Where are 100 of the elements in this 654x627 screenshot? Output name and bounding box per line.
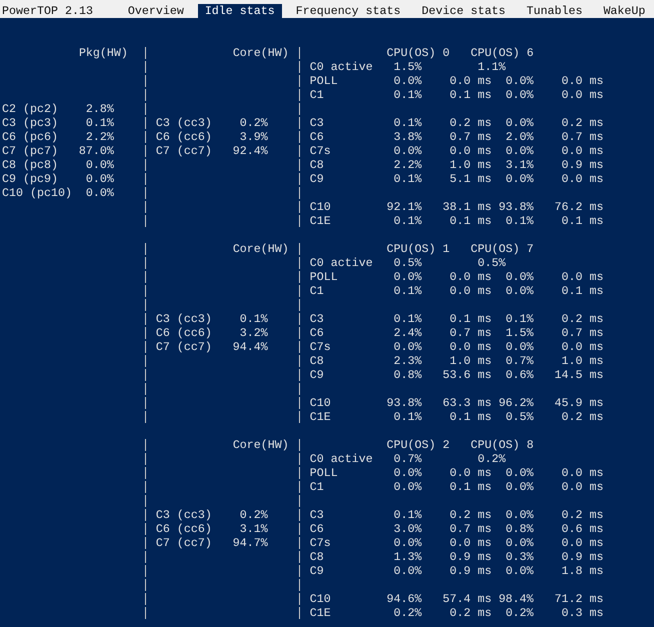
- residency-value: 0.1%: [506, 214, 534, 228]
- time-value: 38.1 ms: [442, 200, 492, 214]
- residency-value: 0.0%: [506, 270, 534, 284]
- state-name: C6: [310, 522, 324, 536]
- time-value: 0.1 ms: [562, 214, 604, 228]
- residency-value: 0.0%: [506, 74, 534, 88]
- state-name: POLL: [310, 74, 338, 88]
- time-value: 14.5 ms: [554, 368, 604, 382]
- tab[interactable]: Frequency stats: [288, 4, 408, 18]
- time-value: 0.7 ms: [562, 326, 604, 340]
- tab[interactable]: Overview: [120, 4, 191, 18]
- residency-value: 0.0%: [506, 88, 534, 102]
- residency-value: 0.0%: [394, 480, 422, 494]
- residency-value: 0.0%: [506, 508, 534, 522]
- time-value: 0.7 ms: [450, 522, 492, 536]
- residency-value: 0.7%: [506, 354, 534, 368]
- time-value: 0.1 ms: [450, 410, 492, 424]
- residency-value: 3.9%: [240, 130, 268, 144]
- state-name: C6 (cc6): [156, 522, 212, 536]
- residency-value: 3.8%: [394, 130, 422, 144]
- residency-value: 0.0%: [506, 466, 534, 480]
- time-value: 0.0 ms: [562, 340, 604, 354]
- residency-value: 2.0%: [506, 130, 534, 144]
- state-name: C6 (pc6): [2, 130, 58, 144]
- state-name: C8: [310, 158, 324, 172]
- state-name: C3: [310, 312, 324, 326]
- state-name: C7 (cc7): [156, 144, 212, 158]
- cpu-heading: CPU(OS) 2: [386, 438, 450, 452]
- residency-value: 3.1%: [506, 158, 534, 172]
- tab[interactable]: WakeUp: [596, 4, 652, 18]
- state-name: C8 (pc8): [2, 158, 58, 172]
- time-value: 1.0 ms: [450, 354, 492, 368]
- time-value: 0.9 ms: [450, 550, 492, 564]
- state-name: C3 (cc3): [156, 116, 212, 130]
- residency-value: 0.5%: [478, 256, 506, 270]
- time-value: 0.0 ms: [562, 88, 604, 102]
- time-value: 0.9 ms: [562, 550, 604, 564]
- time-value: 57.4 ms: [442, 592, 492, 606]
- time-value: 45.9 ms: [554, 396, 604, 410]
- residency-value: 0.0%: [394, 74, 422, 88]
- state-name: C9: [310, 564, 324, 578]
- state-name: C0 active: [310, 256, 373, 270]
- time-value: 76.2 ms: [554, 200, 604, 214]
- residency-value: 0.0%: [86, 172, 114, 186]
- state-name: C7s: [310, 536, 331, 550]
- state-name: C8: [310, 550, 324, 564]
- time-value: 0.1 ms: [450, 480, 492, 494]
- time-value: 0.1 ms: [562, 284, 604, 298]
- residency-value: 0.1%: [394, 214, 422, 228]
- residency-value: 0.2%: [240, 508, 268, 522]
- time-value: 0.7 ms: [450, 130, 492, 144]
- time-value: 0.0 ms: [562, 270, 604, 284]
- residency-value: 1.5%: [394, 60, 422, 74]
- column-heading: Core(HW): [232, 438, 289, 452]
- state-name: C8: [310, 354, 324, 368]
- residency-value: 0.1%: [394, 312, 422, 326]
- residency-value: 0.1%: [394, 88, 422, 102]
- residency-value: 0.0%: [506, 340, 534, 354]
- cpu-heading: CPU(OS) 7: [470, 242, 534, 256]
- state-name: C10: [310, 396, 331, 410]
- state-name: C6 (cc6): [156, 130, 212, 144]
- residency-value: 0.8%: [506, 522, 534, 536]
- residency-value: 0.0%: [86, 186, 114, 200]
- residency-value: 0.0%: [506, 116, 534, 130]
- time-value: 0.0 ms: [450, 74, 492, 88]
- state-name: C3 (cc3): [156, 508, 212, 522]
- tab[interactable]: Device stats: [414, 4, 513, 18]
- residency-value: 0.3%: [506, 550, 534, 564]
- residency-value: 0.0%: [506, 564, 534, 578]
- residency-value: 1.1%: [478, 60, 506, 74]
- tab[interactable]: Idle stats: [198, 4, 282, 18]
- state-name: C3: [310, 116, 324, 130]
- residency-value: 92.4%: [232, 144, 268, 158]
- state-name: C1E: [310, 214, 331, 228]
- app-title: PowerTOP 2.13: [2, 4, 93, 18]
- time-value: 5.1 ms: [450, 172, 492, 186]
- residency-value: 94.6%: [386, 592, 422, 606]
- column-heading: Core(HW): [232, 46, 289, 60]
- residency-value: 2.2%: [394, 158, 422, 172]
- residency-value: 0.0%: [394, 564, 422, 578]
- residency-value: 0.6%: [506, 368, 534, 382]
- state-name: C10: [310, 200, 331, 214]
- tab[interactable]: Tunables: [520, 4, 590, 18]
- time-value: 0.0 ms: [562, 144, 604, 158]
- time-value: 0.2 ms: [562, 116, 604, 130]
- state-name: C1: [310, 88, 324, 102]
- state-name: C3 (cc3): [156, 312, 212, 326]
- column-heading: Pkg(HW): [78, 46, 128, 60]
- time-value: 0.2 ms: [562, 410, 604, 424]
- time-value: 0.0 ms: [562, 172, 604, 186]
- time-value: 1.8 ms: [562, 564, 604, 578]
- state-name: C7 (cc7): [156, 340, 212, 354]
- state-name: POLL: [310, 270, 338, 284]
- residency-value: 2.2%: [86, 130, 114, 144]
- state-name: C1E: [310, 410, 331, 424]
- residency-value: 3.1%: [240, 522, 268, 536]
- time-value: 71.2 ms: [554, 592, 604, 606]
- residency-value: 98.4%: [498, 592, 534, 606]
- time-value: 1.0 ms: [450, 158, 492, 172]
- state-name: C6: [310, 130, 324, 144]
